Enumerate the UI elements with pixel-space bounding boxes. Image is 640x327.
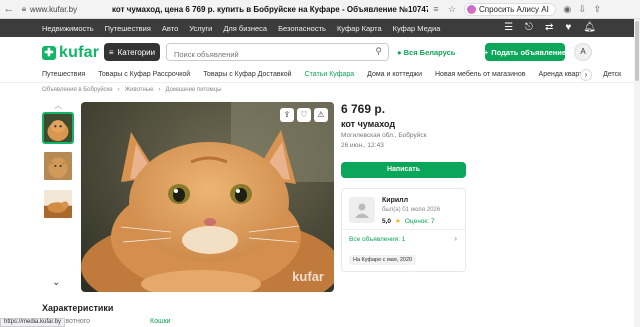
location-pin-icon: ●: [397, 48, 402, 57]
listing-location: Могилевская обл., Бобруйск: [341, 132, 427, 139]
topnav-link-auto[interactable]: Авто: [162, 24, 178, 33]
extension-icon[interactable]: ◉: [560, 4, 575, 15]
categories-button[interactable]: ≡ Категории: [104, 43, 160, 61]
breadcrumb-separator-icon: ›: [158, 87, 161, 93]
categories-label: Категории: [117, 47, 156, 57]
seller-avatar[interactable]: [349, 197, 375, 223]
menu-icon: ≡: [108, 47, 114, 57]
thumbnail-strip: ︿ ⌄: [42, 100, 74, 288]
alice-icon: [467, 4, 476, 14]
cat-thumbnail-image: [44, 190, 72, 218]
seller-name[interactable]: Кирилл: [382, 197, 408, 204]
catbar-item[interactable]: Новая мебель от магазинов: [435, 71, 526, 78]
chevron-down-icon[interactable]: ⌄: [52, 277, 60, 288]
catbar-item[interactable]: Товары с Куфар Доставкой: [203, 71, 291, 78]
top-navigation: Недвижимость Путешествия Авто Услуги Для…: [0, 19, 634, 37]
downloads-icon[interactable]: ⇩: [575, 4, 590, 15]
bookmark-icon[interactable]: ☆: [444, 4, 460, 15]
topnav-link-safety[interactable]: Безопасность: [278, 24, 326, 33]
topnav-link-card[interactable]: Куфар Карта: [337, 24, 382, 33]
seller-card: Кирилл был(а) 01 июля 2026 5,0 ★ Оценок:…: [341, 188, 466, 272]
search-box: ⚲: [166, 43, 389, 63]
topnav-link-realty[interactable]: Недвижимость: [42, 24, 94, 33]
region-label: Вся Беларусь: [403, 48, 456, 57]
photo-watermark: kufar: [292, 269, 324, 284]
ask-alice-label: Спросить Алису AI: [479, 4, 549, 14]
catbar-item[interactable]: Детск: [603, 71, 621, 78]
chevron-right-icon[interactable]: ›: [454, 234, 457, 243]
share-icon[interactable]: ⇪: [590, 4, 605, 15]
topnav-link-services[interactable]: Услуги: [189, 24, 212, 33]
page-scrollbar[interactable]: [634, 19, 640, 327]
breadcrumb-item[interactable]: Животные: [125, 87, 154, 93]
user-avatar[interactable]: А: [574, 43, 592, 61]
seller-rating: 5,0 ★ Оценок: 7: [382, 217, 435, 226]
catbar-item[interactable]: Путешествия: [42, 71, 85, 78]
plus-icon: +: [483, 47, 489, 57]
kufar-logo[interactable]: ✚ kufar: [42, 44, 99, 62]
back-icon[interactable]: ←: [0, 3, 18, 15]
address-url[interactable]: www.kufar.by: [30, 5, 112, 14]
breadcrumb-item[interactable]: Объявления в Бобруйске: [42, 87, 113, 93]
seller-since-badge: На Куфаре с мая, 2020: [349, 255, 417, 265]
favorites-icon[interactable]: ♥: [565, 22, 571, 34]
all-ads-link[interactable]: Все объявления: 1: [349, 236, 405, 243]
catbar-item[interactable]: Товары с Куфар Рассрочкой: [98, 71, 190, 78]
seller-last-seen: был(а) 01 июля 2026: [382, 207, 441, 213]
ask-alice-button[interactable]: Спросить Алису AI: [464, 2, 556, 16]
characteristics-heading: Характеристики: [42, 303, 114, 313]
listing-price: 6 769 р.: [341, 102, 386, 116]
user-icon: [355, 203, 369, 218]
site-header: ✚ kufar ≡ Категории ⚲ ● Вся Беларусь + П…: [0, 37, 634, 67]
divider: [342, 229, 465, 230]
write-message-button[interactable]: Написать: [341, 162, 466, 178]
topnav-link-media[interactable]: Куфар Медиа: [393, 24, 441, 33]
catbar-item[interactable]: Статьи Куфара: [305, 71, 355, 78]
photo-actions: ⇪ ♡ ⚠: [280, 108, 328, 122]
cat-thumbnail-image: [44, 152, 72, 180]
breadcrumb-separator-icon: ›: [117, 87, 120, 93]
cat-thumbnail-image: [44, 114, 72, 142]
browser-toolbar: ← 🔒︎ www.kufar.by кот чумаход, цена 6 76…: [0, 0, 640, 19]
reviews-link[interactable]: Оценок: 7: [405, 218, 435, 225]
topnav-link-business[interactable]: Для бизнеса: [223, 24, 267, 33]
cat-photo-image: [81, 102, 334, 292]
logo-mark-icon: ✚: [42, 46, 56, 60]
page-tab-title: кот чумаход, цена 6 769 р. купить в Бобр…: [112, 4, 428, 14]
favorite-icon[interactable]: ♡: [297, 108, 311, 122]
listing-title: кот чумаход: [341, 119, 396, 129]
category-bar: Путешествия Товары с Куфар Рассрочкой То…: [0, 67, 634, 83]
region-selector[interactable]: ● Вся Беларусь: [397, 48, 455, 57]
messages-icon[interactable]: ☰: [504, 22, 513, 34]
search-icon[interactable]: ⚲: [375, 46, 382, 57]
breadcrumb-item[interactable]: Домашние питомцы: [166, 87, 222, 93]
thumbnail-1[interactable]: [42, 112, 74, 144]
report-icon[interactable]: ⚠: [314, 108, 328, 122]
main-photo[interactable]: ⇪ ♡ ⚠ kufar: [81, 102, 334, 292]
search-input[interactable]: [167, 46, 367, 63]
breadcrumb: Объявления в Бобруйске › Животные › Дома…: [42, 87, 221, 93]
catbar-item[interactable]: Дома и коттеджи: [367, 71, 422, 78]
compare-icon[interactable]: ⇄: [545, 22, 553, 34]
listing-date: 26 июн., 12:43: [341, 142, 384, 149]
logo-text: kufar: [59, 44, 100, 61]
catbar-next-icon[interactable]: ›: [580, 69, 592, 81]
characteristic-value[interactable]: Кошки: [150, 318, 171, 325]
tab-menu-icon[interactable]: ≡: [428, 4, 444, 14]
topnav-link-travel[interactable]: Путешествия: [105, 24, 151, 33]
thumbnail-2[interactable]: [42, 150, 74, 182]
thumbnail-3[interactable]: [42, 188, 74, 220]
chevron-up-icon[interactable]: ︿: [42, 100, 74, 112]
post-ad-button[interactable]: + Подать объявление: [483, 43, 567, 61]
scrollbar-thumb[interactable]: [635, 21, 639, 81]
notifications-icon[interactable]: ⎋: [525, 22, 533, 34]
star-icon: ★: [395, 218, 401, 225]
status-bar: https://media.kufar.by: [0, 318, 66, 327]
post-ad-label: Подать объявление: [491, 47, 567, 57]
lock-icon[interactable]: 🔒︎: [18, 4, 30, 14]
share-icon[interactable]: ⇪: [280, 108, 294, 122]
rating-value: 5,0: [382, 217, 392, 225]
bell-icon[interactable]: 🔔︎: [583, 22, 596, 34]
